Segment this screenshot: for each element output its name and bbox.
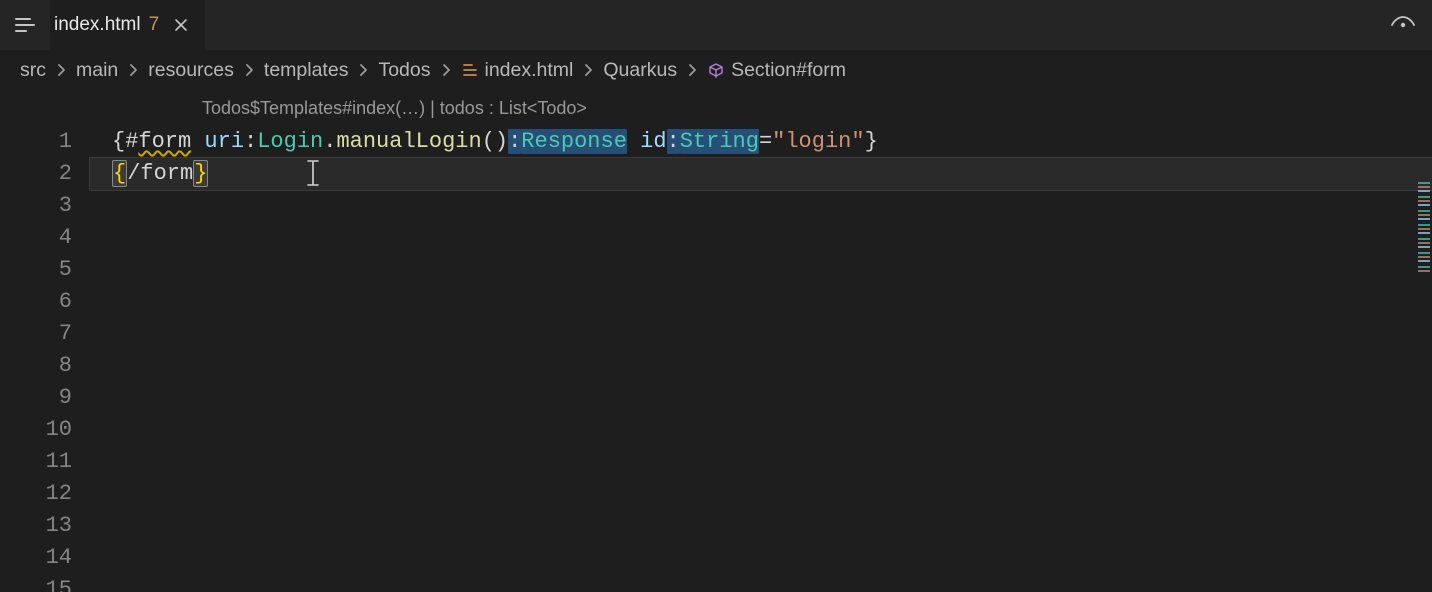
token: # <box>125 129 138 154</box>
code-line[interactable] <box>90 382 1432 414</box>
breadcrumb-item[interactable]: main <box>76 59 118 82</box>
token: } <box>865 129 878 154</box>
codelens[interactable]: Todos$Templates#index(…) | todos : List<… <box>202 96 587 120</box>
line-number: 12 <box>0 478 90 510</box>
chevron-right-icon <box>441 63 451 77</box>
breadcrumb-item[interactable]: Todos <box>378 59 430 82</box>
token: { <box>112 129 125 154</box>
token: String <box>680 129 759 154</box>
chevron-right-icon <box>687 63 697 77</box>
line-number: 2 <box>0 158 90 190</box>
code-line[interactable] <box>90 414 1432 446</box>
tab-actions <box>1390 0 1432 50</box>
menu-icon[interactable] <box>0 0 50 50</box>
chevron-right-icon <box>583 63 593 77</box>
token: . <box>323 129 336 154</box>
editor-tab-indexhtml[interactable]: index.html 7 <box>50 0 205 50</box>
breadcrumb-label: Section#form <box>731 59 846 81</box>
code-line[interactable] <box>90 542 1432 574</box>
line-number: 15 <box>0 574 90 592</box>
chevron-right-icon <box>128 63 138 77</box>
token: : <box>244 129 257 154</box>
breadcrumb-item[interactable]: templates <box>264 59 349 82</box>
code-line[interactable] <box>90 190 1432 222</box>
tab-bar: index.html 7 <box>0 0 1432 50</box>
code-line[interactable] <box>90 286 1432 318</box>
token: Response <box>521 129 627 154</box>
line-number-gutter: 123456789101112131415 <box>0 90 90 592</box>
token: { <box>112 160 127 187</box>
token: = <box>759 129 772 154</box>
file-icon <box>461 61 479 79</box>
token <box>191 129 204 154</box>
token: / <box>127 161 140 186</box>
token: uri <box>204 129 244 154</box>
tab-modified-badge: 7 <box>149 14 160 36</box>
code-line[interactable] <box>90 350 1432 382</box>
code-line[interactable] <box>90 478 1432 510</box>
close-icon[interactable] <box>171 15 191 35</box>
preview-icon[interactable] <box>1390 15 1416 35</box>
line-number: 1 <box>0 126 90 158</box>
breadcrumb-label: index.html <box>485 59 574 81</box>
token: : <box>508 129 521 154</box>
code-line[interactable]: {#form uri:Login.manualLogin():Response … <box>90 126 1432 158</box>
token: } <box>193 160 208 187</box>
chevron-right-icon <box>56 63 66 77</box>
token: id <box>640 129 666 154</box>
line-number: 7 <box>0 318 90 350</box>
token: form <box>140 161 193 186</box>
minimap[interactable] <box>1418 182 1430 272</box>
code-editor[interactable]: 123456789101112131415 Todos$Templates#in… <box>0 90 1432 592</box>
line-number: 4 <box>0 222 90 254</box>
chevron-right-icon <box>244 63 254 77</box>
line-number: 13 <box>0 510 90 542</box>
line-number: 8 <box>0 350 90 382</box>
code-area[interactable]: Todos$Templates#index(…) | todos : List<… <box>90 90 1432 592</box>
line-number: 10 <box>0 414 90 446</box>
line-number: 9 <box>0 382 90 414</box>
line-number: 14 <box>0 542 90 574</box>
token: "login" <box>772 129 864 154</box>
line-number: 5 <box>0 254 90 286</box>
line-number: 6 <box>0 286 90 318</box>
code-line[interactable] <box>90 318 1432 350</box>
tab-filename: index.html <box>54 14 141 36</box>
code-line[interactable] <box>90 574 1432 592</box>
token: form <box>138 129 191 154</box>
code-line[interactable] <box>90 254 1432 286</box>
breadcrumb-item[interactable]: Section#form <box>707 59 846 82</box>
token: manualLogin <box>336 129 481 154</box>
breadcrumb: src main resources templates Todos index… <box>0 50 1432 90</box>
code-line[interactable] <box>90 446 1432 478</box>
breadcrumb-item[interactable]: Quarkus <box>603 59 677 82</box>
code-line[interactable]: {/form} <box>90 158 1432 190</box>
token <box>627 129 640 154</box>
chevron-right-icon <box>358 63 368 77</box>
line-number: 3 <box>0 190 90 222</box>
token: Login <box>257 129 323 154</box>
token: : <box>667 129 680 154</box>
symbol-icon <box>707 61 725 79</box>
code-line[interactable] <box>90 222 1432 254</box>
line-number: 11 <box>0 446 90 478</box>
breadcrumb-item[interactable]: src <box>20 59 46 82</box>
token: () <box>482 129 508 154</box>
breadcrumb-item[interactable]: resources <box>148 59 234 82</box>
code-line[interactable] <box>90 510 1432 542</box>
breadcrumb-item[interactable]: index.html <box>461 59 574 82</box>
